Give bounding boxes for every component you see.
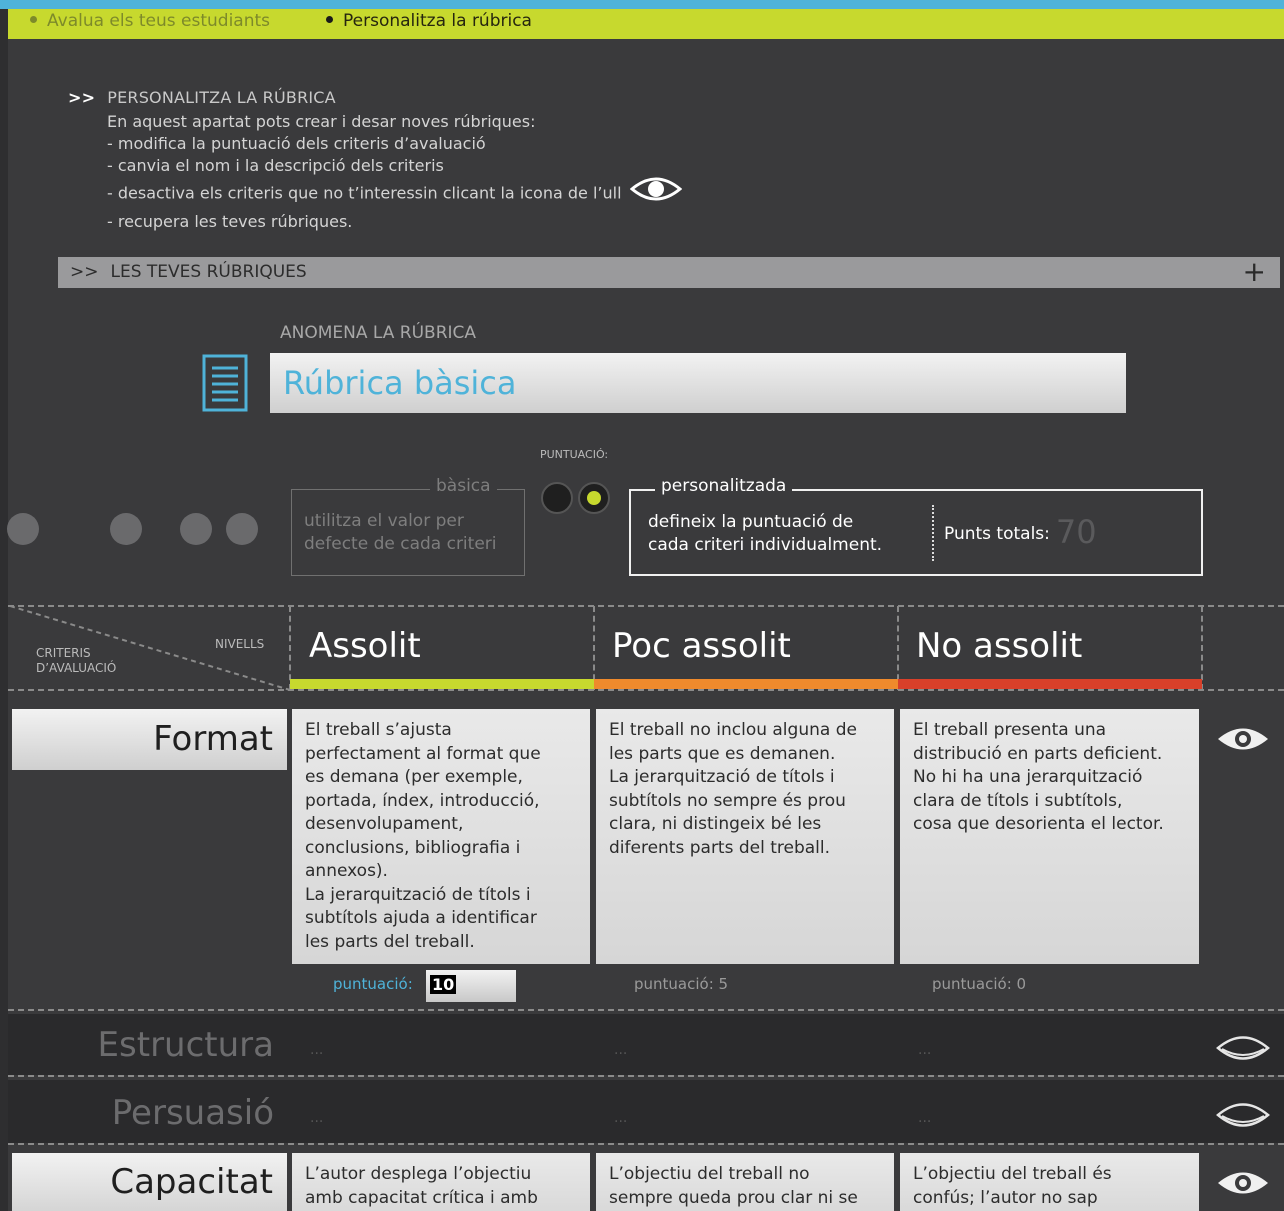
criterion-capacitat[interactable]: Capacitat xyxy=(12,1153,287,1211)
basic-scoring-radio[interactable] xyxy=(541,482,573,514)
breadcrumb: Avalua els teus estudiants Personalitza … xyxy=(8,9,1284,39)
divider xyxy=(289,606,291,690)
your-rubrics-label: >> LES TEVES RÚBRIQUES xyxy=(70,262,307,282)
criterion-estructura[interactable]: Estructura xyxy=(12,1025,274,1065)
rubric-cell[interactable]: El treball presenta una distribució en p… xyxy=(900,709,1199,964)
rubric-name-input[interactable] xyxy=(270,353,1126,413)
breadcrumb-item-evaluate[interactable]: Avalua els teus estudiants xyxy=(30,11,270,31)
eye-icon[interactable] xyxy=(1216,1168,1270,1202)
level-color-bar xyxy=(290,679,594,689)
level-header-poc-assolit[interactable]: Poc assolit xyxy=(612,626,791,666)
score-input[interactable]: 10 xyxy=(426,970,516,1002)
divider xyxy=(8,1075,1284,1077)
eye-icon[interactable] xyxy=(1216,1033,1270,1067)
criterion-persuasio[interactable]: Persuasió xyxy=(12,1093,274,1133)
scoring-label: PUNTUACIÓ: xyxy=(540,448,609,461)
divider xyxy=(8,1143,1284,1145)
step-dot xyxy=(180,513,212,545)
your-rubrics-bar[interactable]: >> LES TEVES RÚBRIQUES + xyxy=(58,255,1280,288)
bullet-icon xyxy=(326,15,333,23)
divider xyxy=(8,1009,1284,1011)
level-header-no-assolit[interactable]: No assolit xyxy=(916,626,1082,666)
rubric-cell[interactable]: El treball no inclou alguna de les parts… xyxy=(596,709,894,964)
document-icon xyxy=(202,354,248,416)
bullet-icon xyxy=(30,15,37,23)
eye-icon[interactable] xyxy=(1216,1100,1270,1134)
rubric-name-label: ANOMENA LA RÚBRICA xyxy=(280,323,477,343)
level-header-assolit[interactable]: Assolit xyxy=(309,626,421,666)
intro-text: En aquest apartat pots crear i desar nov… xyxy=(107,111,768,233)
rubric-cell[interactable]: L’objectiu del treball és confús; l’auto… xyxy=(900,1153,1199,1211)
custom-scoring-radio[interactable] xyxy=(578,482,610,514)
top-accent-bar xyxy=(0,0,1284,9)
step-dot xyxy=(226,513,258,545)
breadcrumb-item-customize[interactable]: Personalitza la rúbrica xyxy=(326,11,532,31)
basic-scoring-option[interactable]: bàsica utilitza el valor per defecte de c… xyxy=(291,476,525,576)
step-dot xyxy=(110,513,142,545)
rubric-cell[interactable]: El treball s’ajusta perfectament al form… xyxy=(292,709,590,964)
criteria-label: CRITERIS D’AVALUACIÓ xyxy=(36,646,117,675)
level-color-bar xyxy=(898,679,1202,689)
divider xyxy=(1201,606,1203,690)
criterion-format[interactable]: Format xyxy=(12,709,287,770)
intro-heading: >> PERSONALITZA LA RÚBRICA xyxy=(68,88,336,107)
rubric-cell[interactable]: L’autor desplega l’objectiu amb capacita… xyxy=(292,1153,590,1211)
eye-icon xyxy=(629,175,682,209)
score-label: puntuació: 0 xyxy=(932,975,1027,993)
levels-label: NIVELLS xyxy=(215,637,265,651)
rubric-cell[interactable]: L’objectiu del treball no sempre queda p… xyxy=(596,1153,894,1211)
divider xyxy=(932,505,934,561)
score-label: puntuació: 5 xyxy=(634,975,729,993)
custom-scoring-option[interactable]: personalitzada defineix la puntuació de c… xyxy=(629,476,1203,576)
score-label: puntuació: xyxy=(333,975,413,993)
total-points-value: 70 xyxy=(1055,513,1097,551)
left-edge xyxy=(0,9,8,1211)
divider xyxy=(897,606,899,690)
plus-icon[interactable]: + xyxy=(1243,255,1266,288)
step-dot xyxy=(7,513,39,545)
total-points: Punts totals: 70 xyxy=(944,513,1097,551)
level-color-bar xyxy=(594,679,898,689)
divider xyxy=(593,606,595,690)
eye-icon[interactable] xyxy=(1216,724,1270,758)
intro-section: >> PERSONALITZA LA RÚBRICA En aquest apar… xyxy=(68,88,768,233)
